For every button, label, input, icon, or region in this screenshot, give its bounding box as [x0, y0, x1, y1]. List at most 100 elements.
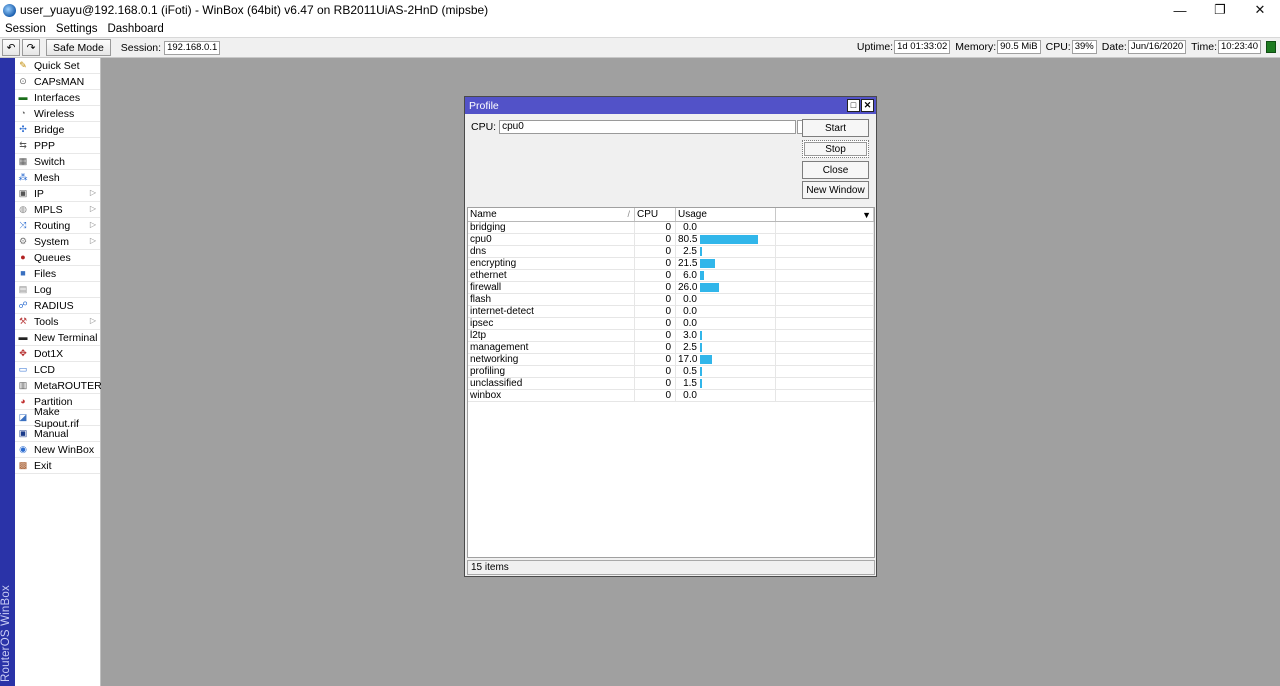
cell-cpu: 0 [635, 258, 676, 269]
sidebar-item-new-winbox[interactable]: ◉ New WinBox [15, 442, 100, 458]
cell-cpu: 0 [635, 270, 676, 281]
cell-name: management [468, 342, 635, 353]
cell-name: winbox [468, 390, 635, 401]
cell-usage: 0.5 [676, 366, 776, 377]
sidebar-item-files[interactable]: ■ Files [15, 266, 100, 282]
table-row[interactable]: firewall 0 26.0 [468, 282, 874, 294]
window-titlebar: user_yuayu@192.168.0.1 (iFoti) - WinBox … [0, 0, 1280, 20]
cell-empty [776, 318, 874, 329]
mpls-icon: ◍ [19, 204, 27, 214]
maximize-icon[interactable]: □ [847, 99, 860, 112]
sidebar-item-metarouter[interactable]: ▥ MetaROUTER [15, 378, 102, 394]
cell-empty [776, 246, 874, 257]
lcd-icon: ▭ [18, 364, 28, 374]
cpu-select[interactable]: cpu0 ▾ [499, 120, 812, 134]
sidebar-item-tools[interactable]: ⚒ Tools ▷ [15, 314, 100, 330]
table-row[interactable]: winbox 0 0.0 [468, 390, 874, 402]
usage-bar [700, 283, 719, 292]
table-row[interactable]: profiling 0 0.5 [468, 366, 874, 378]
sidebar-item-manual[interactable]: ▣ Manual [15, 426, 100, 442]
sidebar-item-ip[interactable]: ▣ IP ▷ [15, 186, 100, 202]
cell-empty [776, 222, 874, 233]
sidebar-item-interfaces[interactable]: ▬ Interfaces [15, 90, 100, 106]
close-button[interactable]: Close [802, 161, 869, 179]
sidebar-item-routing[interactable]: ⤨ Routing ▷ [15, 218, 100, 234]
session-field: 192.168.0.1 [164, 40, 221, 55]
sidebar-item-label: Log [34, 283, 52, 296]
sidebar-item-exit[interactable]: ▩ Exit [15, 458, 100, 474]
sidebar-item-mpls[interactable]: ◍ MPLS ▷ [15, 202, 100, 218]
submenu-arrow-icon: ▷ [89, 236, 96, 245]
cell-name: firewall [468, 282, 635, 293]
cell-empty [776, 354, 874, 365]
sidebar-item-mesh[interactable]: ⁂ Mesh [15, 170, 100, 186]
redo-button[interactable]: ↷ [22, 39, 40, 56]
table-row[interactable]: l2tp 0 3.0 [468, 330, 874, 342]
stop-button[interactable]: Stop [802, 140, 869, 158]
table-row[interactable]: networking 0 17.0 [468, 354, 874, 366]
undo-button[interactable]: ↶ [2, 39, 20, 56]
sidebar-item-radius[interactable]: ☍ RADIUS [15, 298, 100, 314]
sidebar-item-lcd[interactable]: ▭ LCD [15, 362, 100, 378]
table-row[interactable]: cpu0 0 80.5 [468, 234, 874, 246]
start-button[interactable]: Start [802, 119, 869, 137]
sidebar-item-make-supout-rif[interactable]: ◪ Make Supout.rif [15, 406, 100, 430]
table-row[interactable]: ipsec 0 0.0 [468, 318, 874, 330]
sidebar-item-switch[interactable]: ▦ Switch [15, 154, 100, 170]
table-row[interactable]: ethernet 0 6.0 [468, 270, 874, 282]
menu-session[interactable]: Session [0, 23, 51, 35]
sidebar-item-quick-set[interactable]: ✎ Quick Set [15, 58, 100, 74]
table-row[interactable]: unclassified 0 1.5 [468, 378, 874, 390]
cell-cpu: 0 [635, 294, 676, 305]
menu-settings[interactable]: Settings [51, 23, 103, 35]
cell-cpu: 0 [635, 366, 676, 377]
sidebar-item-new-terminal[interactable]: ▬ New Terminal [15, 330, 100, 346]
menu-dashboard[interactable]: Dashboard [102, 23, 168, 35]
restore-button[interactable]: ❐ [1200, 0, 1240, 20]
column-header-usage[interactable]: Usage [676, 208, 776, 221]
sidebar-item-capsman[interactable]: ⊙ CAPsMAN [15, 74, 100, 90]
close-icon[interactable]: ✕ [861, 99, 874, 112]
cell-name: unclassified [468, 378, 635, 389]
cell-usage: 0.0 [676, 294, 776, 305]
table-row[interactable]: bridging 0 0.0 [468, 222, 874, 234]
cell-cpu: 0 [635, 246, 676, 257]
table-row[interactable]: internet-detect 0 0.0 [468, 306, 874, 318]
usage-bar [700, 331, 702, 340]
table-row[interactable]: management 0 2.5 [468, 342, 874, 354]
cell-usage: 6.0 [676, 270, 776, 281]
cell-empty [776, 234, 874, 245]
sidebar-item-dot1x[interactable]: ✥ Dot1X [15, 346, 100, 362]
column-header-cpu[interactable]: CPU [635, 208, 676, 221]
usage-bar [700, 355, 712, 364]
cell-cpu: 0 [635, 234, 676, 245]
column-menu-icon[interactable]: ▼ [862, 210, 871, 220]
usage-value: 0.0 [683, 306, 697, 317]
sidebar-item-wireless[interactable]: ◔ Wireless [15, 106, 100, 122]
cpu-selector-row: CPU: cpu0 ▾ [471, 120, 812, 134]
table-row[interactable]: encrypting 0 21.5 [468, 258, 874, 270]
session-label: Session: [120, 41, 162, 54]
ppp-icon: ⇆ [19, 140, 27, 150]
usage-value: 26.0 [678, 282, 698, 293]
profile-titlebar[interactable]: Profile □ ✕ [465, 97, 876, 114]
column-header-name[interactable]: Name / [468, 208, 635, 221]
table-row[interactable]: dns 0 2.5 [468, 246, 874, 258]
sidebar-item-system[interactable]: ⚙ System ▷ [15, 234, 100, 250]
cell-usage: 26.0 [676, 282, 776, 293]
safe-mode-button[interactable]: Safe Mode [46, 39, 111, 56]
sidebar-item-queues[interactable]: ● Queues [15, 250, 100, 266]
sidebar-item-ppp[interactable]: ⇆ PPP [15, 138, 100, 154]
sidebar-item-label: Mesh [34, 171, 60, 184]
sidebar-item-log[interactable]: ▤ Log [15, 282, 100, 298]
uptime-value: 1d 01:33:02 [894, 40, 951, 54]
sidebar-item-label: LCD [34, 363, 56, 376]
cell-empty [776, 342, 874, 353]
new-window-button[interactable]: New Window [802, 181, 869, 199]
minimize-button[interactable]: — [1160, 0, 1200, 20]
sidebar-item-bridge[interactable]: ✣ Bridge [15, 122, 100, 138]
close-window-button[interactable]: ✕ [1240, 0, 1280, 20]
table-row[interactable]: flash 0 0.0 [468, 294, 874, 306]
date-label: Date: [1101, 41, 1127, 53]
sidebar-item-label: RADIUS [34, 299, 74, 312]
